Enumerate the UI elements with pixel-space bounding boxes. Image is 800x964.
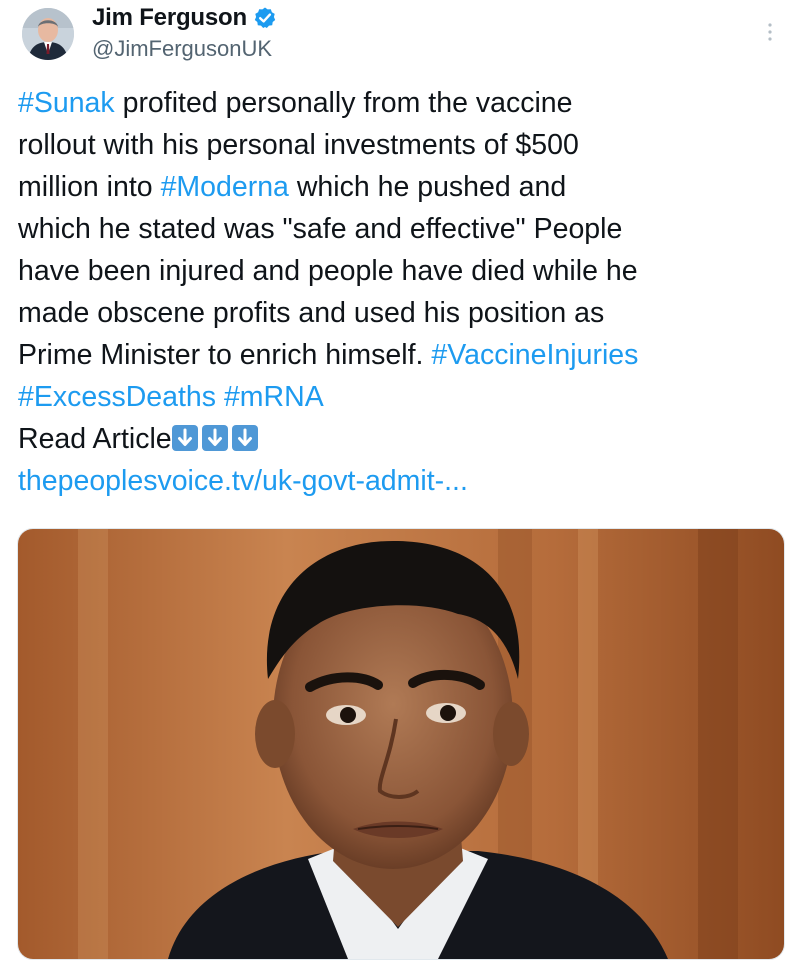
tweet-text-segment: made obscene profits and used his positi… [18,297,605,329]
hashtag-vaccineinjuries[interactable]: #VaccineInjuries [431,339,638,371]
down-arrow-emoji-icon [171,423,258,455]
hashtag-moderna[interactable]: #Moderna [161,171,289,203]
tweet-media-photo[interactable] [17,528,785,960]
tweet-line: thepeoplesvoice.tv/uk-govt-admit-... [18,460,788,502]
tweet-text-segment: which he pushed and [288,171,567,203]
hashtag-sunak[interactable]: #Sunak [18,87,115,119]
read-article-label: Read Article [18,423,172,455]
author-handle[interactable]: @JimFergusonUK [92,36,272,62]
tweet-header: Jim Ferguson @JimFergusonUK [0,0,800,80]
tweet-line: made obscene profits and used his positi… [18,292,788,334]
person-avatar-icon [22,8,74,60]
tweet-line: #ExcessDeaths #mRNA [18,376,788,418]
tweet-text-segment: Prime Minister to enrich himself. [18,339,432,371]
verified-badge-icon [253,6,277,30]
tweet-line: rollout with his personal investments of… [18,124,788,166]
tweet-text-segment: have been injured and people have died w… [18,255,638,287]
tweet-line: Read Article [18,418,788,460]
hashtag-mrna[interactable]: #mRNA [224,381,324,413]
hashtag-excessdeaths[interactable]: #ExcessDeaths [18,381,216,413]
tweet-line: #Sunak profited personally from the vacc… [18,82,788,124]
tweet-card: Jim Ferguson @JimFergusonUK #Sunak profi… [0,0,800,964]
tweet-line: million into #Moderna which he pushed an… [18,166,788,208]
article-link[interactable]: thepeoplesvoice.tv/uk-govt-admit-... [18,465,468,497]
tweet-text-segment [216,381,224,413]
author-name-row: Jim Ferguson [92,2,277,34]
tweet-text-segment: rollout with his personal investments of… [18,129,579,161]
tweet-text: #Sunak profited personally from the vacc… [18,82,788,502]
man-in-suit-photo [18,529,784,959]
author-display-name[interactable]: Jim Ferguson [92,4,247,32]
tweet-text-segment: which he stated was "safe and effective"… [18,213,623,245]
tweet-line: have been injured and people have died w… [18,250,788,292]
more-options-icon[interactable] [756,18,784,46]
tweet-text-segment: profited personally from the vaccine [114,87,573,119]
tweet-line: which he stated was "safe and effective"… [18,208,788,250]
tweet-text-segment: million into [18,171,161,203]
tweet-line: Prime Minister to enrich himself. #Vacci… [18,334,788,376]
author-avatar[interactable] [22,8,74,60]
